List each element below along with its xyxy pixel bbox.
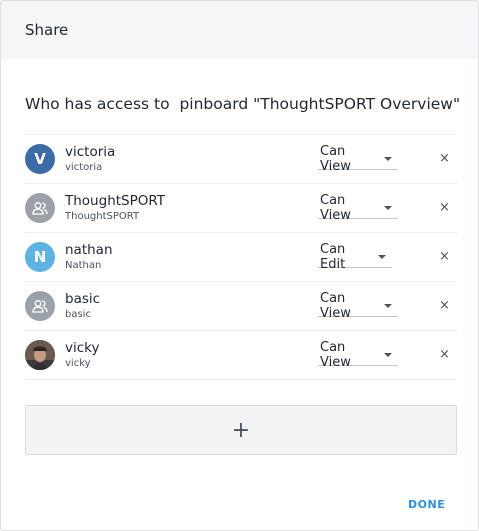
permission-dropdown[interactable]: Can Edit (318, 242, 392, 272)
user-display-name: nathan (65, 241, 113, 258)
list-item: vicky vicky Can View × (25, 331, 457, 380)
remove-user-button[interactable]: × (439, 200, 450, 215)
list-item: V victoria victoria Can View × (25, 135, 457, 184)
remove-user-button[interactable]: × (439, 249, 450, 264)
dialog-title: Share (25, 21, 69, 39)
remove-user-button[interactable]: × (439, 151, 450, 166)
access-subtitle: Who has access to pinboard "ThoughtSPORT… (25, 95, 461, 113)
group-icon (32, 300, 48, 313)
avatar (25, 193, 55, 223)
group-icon (32, 202, 48, 215)
permission-dropdown[interactable]: Can View (318, 193, 398, 223)
permission-dropdown[interactable]: Can View (318, 291, 398, 321)
permission-value: Can View (320, 144, 351, 174)
user-username: ThoughtSPORT (65, 210, 140, 222)
remove-user-button[interactable]: × (439, 298, 450, 313)
caret-down-icon (378, 255, 386, 259)
user-display-name: ThoughtSPORT (65, 192, 166, 209)
done-button[interactable]: DONE (408, 498, 445, 511)
user-username: vicky (65, 357, 91, 369)
list-item: N nathan Nathan Can Edit × (25, 233, 457, 282)
permission-dropdown[interactable]: Can View (318, 340, 398, 370)
permission-value: Can View (320, 340, 351, 370)
avatar: V (25, 144, 55, 174)
share-dialog: Share Who has access to pinboard "Though… (0, 0, 479, 531)
user-display-name: basic (65, 290, 101, 307)
avatar-letter: N (33, 248, 47, 266)
user-username: Nathan (65, 259, 102, 271)
permission-value: Can Edit (320, 242, 346, 272)
dialog-header: Share (1, 1, 478, 59)
permission-value: Can View (320, 291, 351, 321)
plus-icon: + (231, 417, 251, 443)
user-username: victoria (65, 161, 103, 173)
list-item: basic basic Can View × (25, 282, 457, 331)
shared-users-list: V victoria victoria Can View × ThoughtSP… (25, 134, 457, 380)
caret-down-icon (384, 206, 392, 210)
add-user-button[interactable]: + (25, 405, 457, 455)
caret-down-icon (384, 353, 392, 357)
permission-dropdown[interactable]: Can View (318, 144, 398, 174)
person-photo-icon (25, 340, 55, 370)
avatar-photo (25, 340, 55, 370)
remove-user-button[interactable]: × (439, 347, 450, 362)
user-username: basic (65, 308, 91, 320)
avatar: N (25, 242, 55, 272)
user-display-name: victoria (65, 143, 116, 160)
user-display-name: vicky (65, 339, 100, 356)
caret-down-icon (384, 304, 392, 308)
avatar (25, 291, 55, 321)
permission-value: Can View (320, 193, 351, 223)
list-item: ThoughtSPORT ThoughtSPORT Can View × (25, 184, 457, 233)
avatar-letter: V (34, 150, 46, 168)
caret-down-icon (384, 157, 392, 161)
